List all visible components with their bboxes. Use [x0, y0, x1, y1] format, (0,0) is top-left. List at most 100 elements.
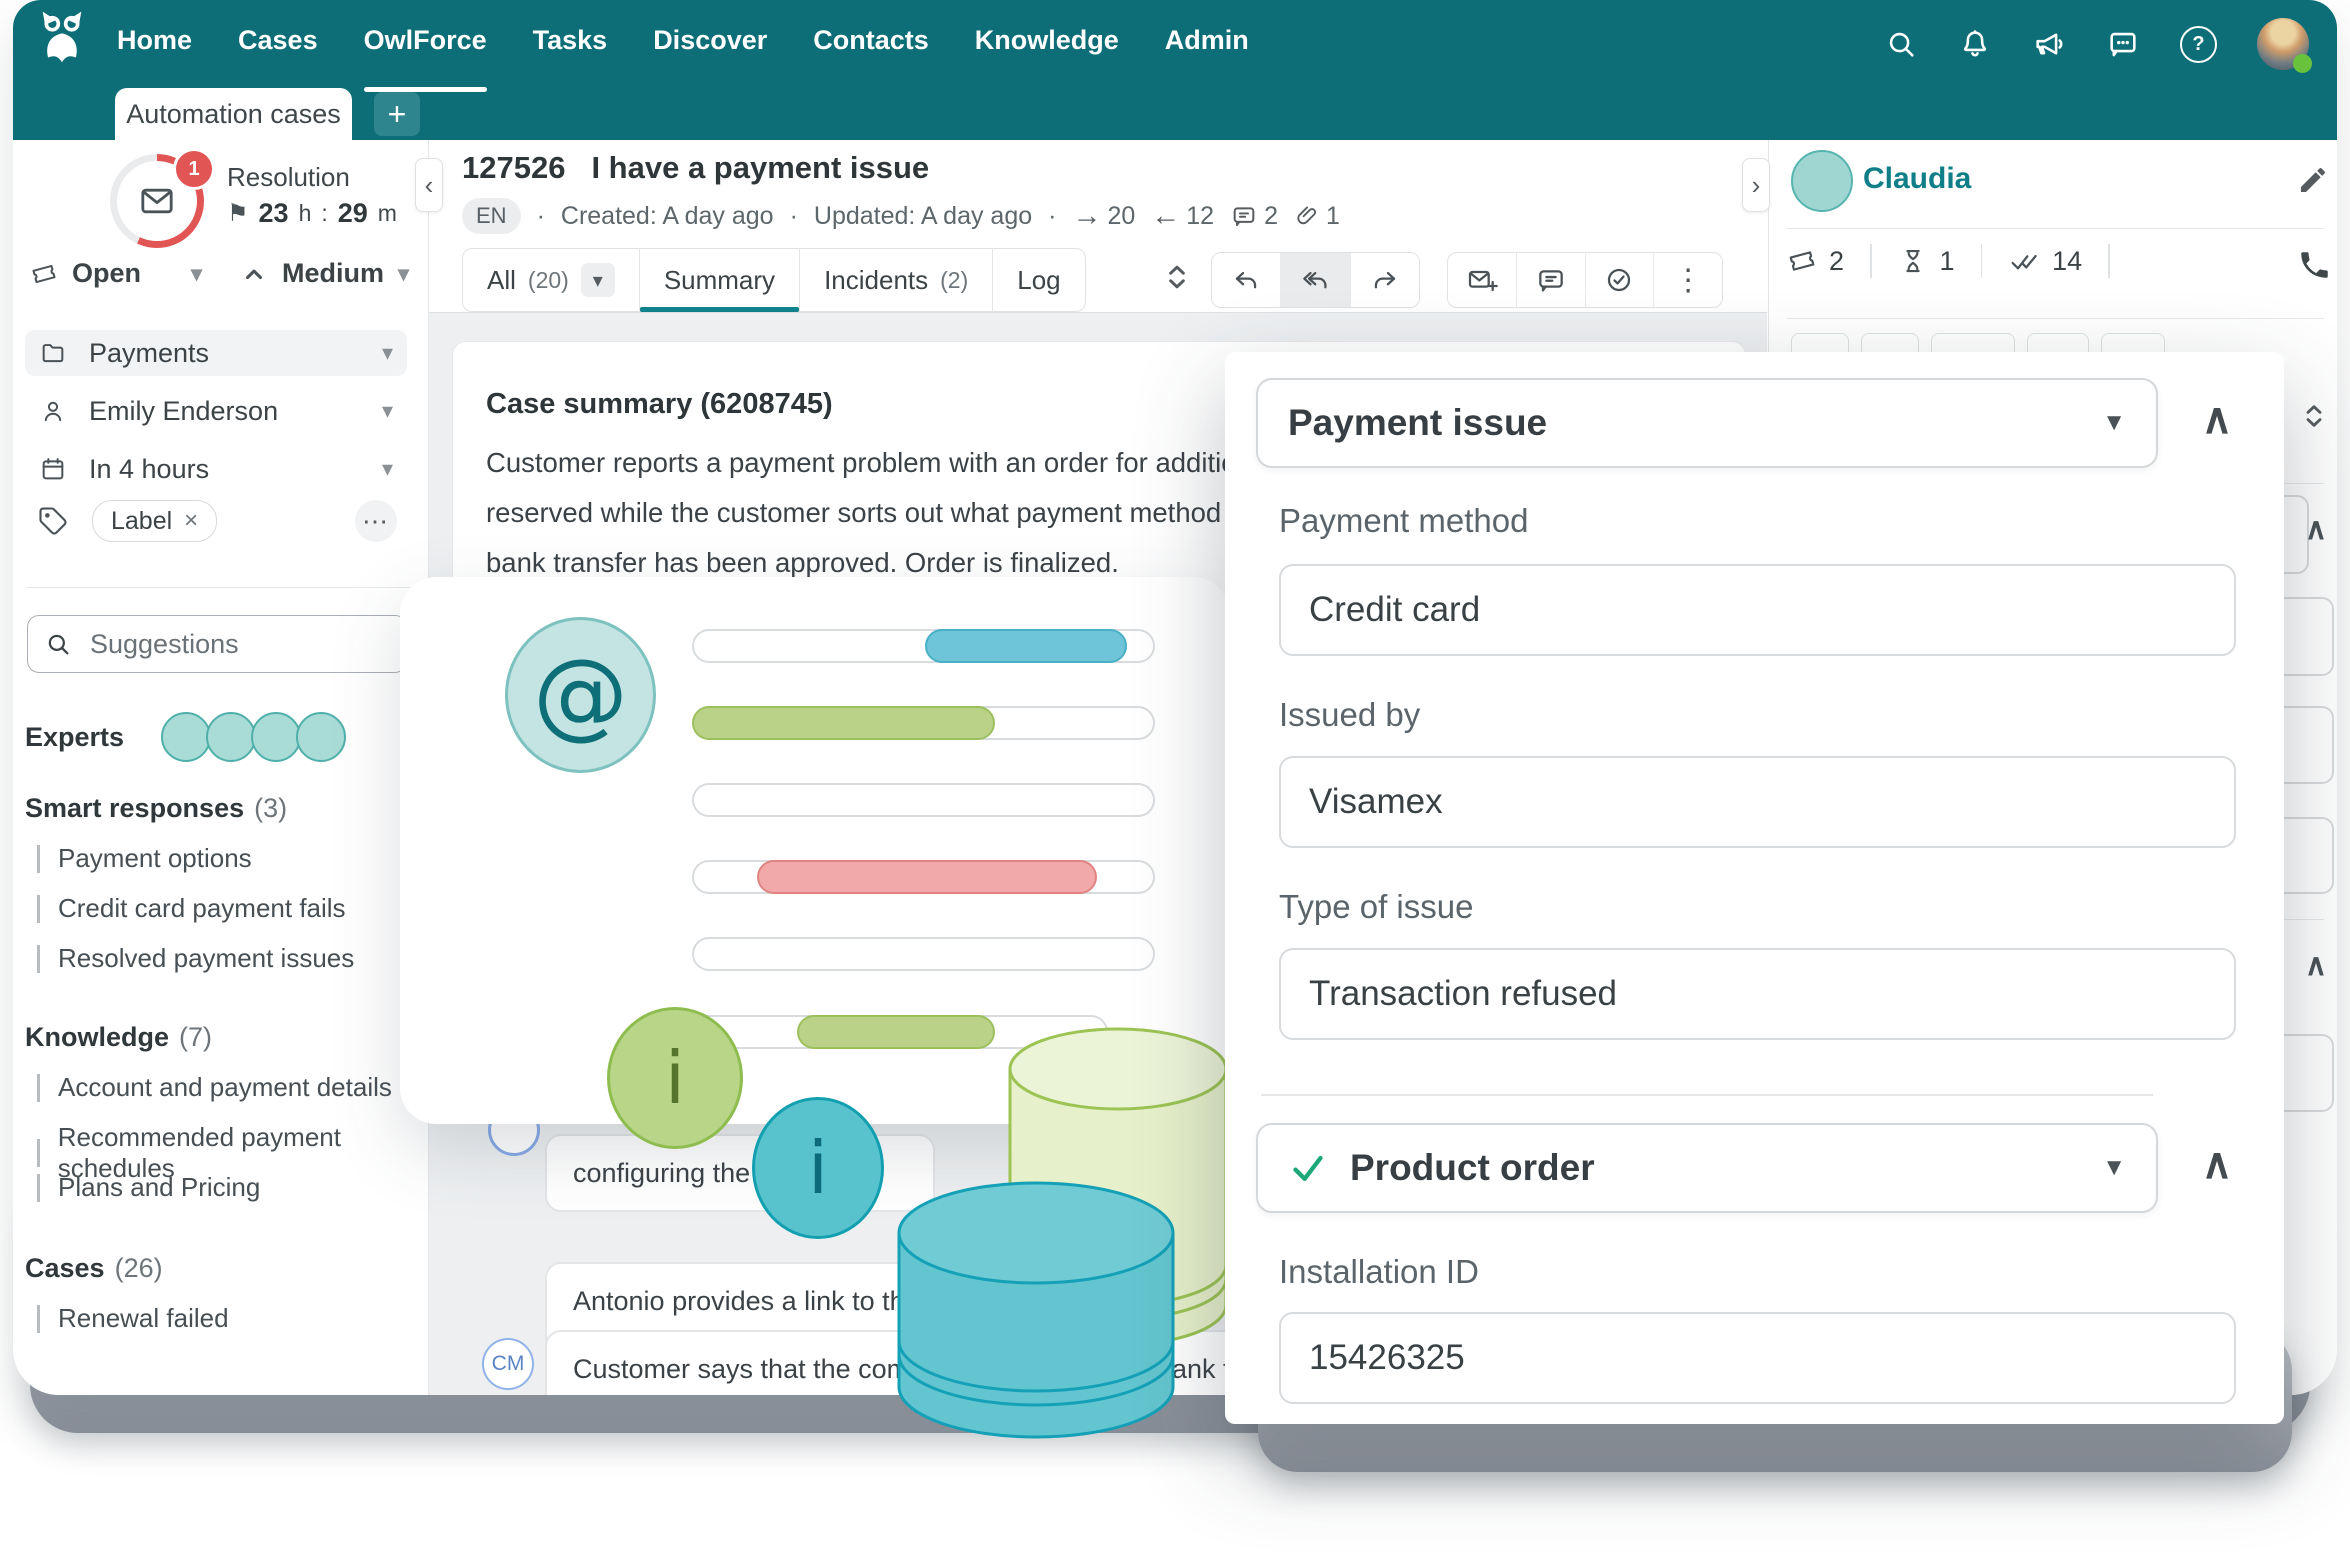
item-label: Account and payment details: [58, 1072, 392, 1103]
notifications-bell-icon[interactable]: [1958, 27, 1992, 61]
announcements-megaphone-icon[interactable]: [2032, 27, 2066, 61]
category-select[interactable]: Payment issue ▼: [1256, 378, 2158, 468]
assignee-value: Emily Enderson: [89, 396, 278, 427]
owl-logo-icon[interactable]: [33, 8, 91, 66]
smart-response-item[interactable]: Payment options: [37, 843, 252, 874]
status-dropdown[interactable]: Open ▾: [30, 258, 202, 289]
tickets-stat[interactable]: 2: [1787, 246, 1844, 277]
forward-button[interactable]: [1351, 253, 1419, 307]
reply-button[interactable]: [1212, 253, 1281, 307]
tab-count: (20): [528, 267, 569, 294]
panel-divider: [1787, 228, 2324, 229]
knowledge-item[interactable]: Account and payment details: [37, 1072, 392, 1103]
expert-avatar[interactable]: [296, 712, 346, 762]
knowledge-item[interactable]: Plans and Pricing: [37, 1172, 260, 1203]
add-workspace-tab-button[interactable]: +: [374, 92, 420, 136]
pending-stat[interactable]: 1: [1898, 246, 1955, 277]
expert-avatar[interactable]: [251, 712, 301, 762]
collapse-icon[interactable]: ∧: [2305, 948, 2327, 983]
resolved-stat[interactable]: 14: [2008, 245, 2082, 277]
more-actions-button[interactable]: ⋮: [1654, 253, 1722, 307]
tab-summary[interactable]: Summary: [640, 249, 800, 311]
nav-home[interactable]: Home: [117, 22, 192, 58]
attachments-count: 1: [1294, 202, 1340, 231]
contact-avatar[interactable]: [1791, 150, 1853, 212]
issued-by-field[interactable]: Visamex: [1279, 756, 2236, 848]
select-caret-icon: ▼: [2102, 1154, 2126, 1182]
pending-value: 1: [1940, 246, 1955, 277]
sidebar-divider: [27, 587, 410, 588]
help-icon[interactable]: ?: [2180, 26, 2217, 63]
received-count: ← 12: [1151, 200, 1214, 233]
type-of-issue-field[interactable]: Transaction refused: [1279, 948, 2236, 1040]
tab-label: Summary: [664, 265, 775, 296]
case-item[interactable]: Renewal failed: [37, 1303, 229, 1334]
installation-id-label: Installation ID: [1279, 1253, 1479, 1291]
comments-value: 2: [1264, 202, 1278, 231]
collapse-panel-handle[interactable]: ›: [1742, 158, 1770, 212]
tag-icon: [38, 506, 68, 536]
due-value: In 4 hours: [89, 454, 209, 485]
user-avatar[interactable]: [2257, 18, 2309, 70]
expert-avatar[interactable]: [161, 712, 211, 762]
paperclip-icon: [1294, 203, 1320, 229]
collapse-sidebar-handle[interactable]: ‹: [415, 158, 443, 212]
collapse-icon[interactable]: ∧: [2305, 512, 2327, 547]
collapse-section-button[interactable]: ∧: [2191, 1137, 2243, 1189]
tab-log[interactable]: Log: [993, 249, 1084, 311]
reply-all-button[interactable]: [1281, 253, 1350, 307]
assignee-row[interactable]: Emily Enderson ▾: [25, 388, 407, 434]
phone-icon[interactable]: [2297, 248, 2331, 282]
order-select[interactable]: Product order ▼: [1256, 1123, 2158, 1213]
expand-collapse-sort-icon[interactable]: [1158, 258, 1196, 296]
tab-all[interactable]: All (20) ▾: [463, 249, 640, 311]
due-row[interactable]: In 4 hours ▾: [25, 446, 407, 492]
item-label: Renewal failed: [58, 1303, 229, 1334]
category-value: Payment issue: [1288, 402, 1547, 444]
suggestions-search-input[interactable]: [88, 628, 446, 661]
section-cases: Cases(26): [25, 1253, 163, 1284]
section-smart-responses: Smart responses(3): [25, 793, 287, 824]
comment-icon: [1230, 202, 1258, 230]
more-labels-button[interactable]: ⋯: [355, 500, 397, 542]
case-tab-group: All (20) ▾ Summary Incidents (2) Log: [462, 248, 1086, 312]
customer-avatar[interactable]: CM: [482, 1338, 534, 1390]
progress-track: [692, 860, 1155, 894]
resolution-minutes: 29: [338, 198, 368, 229]
smart-response-item[interactable]: Credit card payment fails: [37, 893, 346, 924]
smart-response-item[interactable]: Resolved payment issues: [37, 943, 354, 974]
nav-actions: ?: [1884, 18, 2309, 70]
tab-all-caret-button[interactable]: ▾: [581, 263, 615, 297]
remove-label-icon[interactable]: ×: [184, 507, 198, 535]
installation-id-field[interactable]: 15426325: [1279, 1312, 2236, 1404]
priority-dropdown[interactable]: Medium ▾: [240, 258, 408, 289]
nav-cases[interactable]: Cases: [238, 22, 318, 58]
nav-admin[interactable]: Admin: [1165, 22, 1249, 58]
collapse-section-button[interactable]: ∧: [2191, 392, 2243, 444]
create-task-button[interactable]: [1586, 253, 1655, 307]
type-of-issue-value: Transaction refused: [1309, 974, 1617, 1014]
add-comment-button[interactable]: [1517, 253, 1586, 307]
label-chip[interactable]: Label ×: [92, 500, 217, 542]
nav-discover[interactable]: Discover: [653, 22, 767, 58]
tab-incidents[interactable]: Incidents (2): [800, 249, 993, 311]
case-meta: EN · Created: A day ago · Updated: A day…: [462, 196, 1340, 236]
workspace-tab-automation-cases[interactable]: Automation cases: [115, 88, 352, 140]
queue-row[interactable]: Payments ▾: [25, 330, 407, 376]
nav-knowledge[interactable]: Knowledge: [975, 22, 1119, 58]
payment-method-field[interactable]: Credit card: [1279, 564, 2236, 656]
messages-chat-icon[interactable]: [2106, 27, 2140, 61]
contact-name[interactable]: Claudia: [1863, 162, 1971, 196]
expert-avatar[interactable]: [206, 712, 256, 762]
new-email-button[interactable]: [1448, 253, 1517, 307]
form-sort-icon[interactable]: [2296, 398, 2332, 434]
case-titlebar: 127526 I have a payment issue: [462, 150, 929, 186]
progress-track: [692, 783, 1155, 817]
search-icon[interactable]: [1884, 27, 1918, 61]
nav-tasks[interactable]: Tasks: [533, 22, 608, 58]
nav-contacts[interactable]: Contacts: [813, 22, 929, 58]
chevron-down-icon: ▾: [382, 456, 393, 482]
meta-separator: ·: [1048, 202, 1056, 231]
nav-owlforce[interactable]: OwlForce: [364, 22, 487, 58]
edit-contact-pencil-icon[interactable]: [2297, 164, 2329, 196]
